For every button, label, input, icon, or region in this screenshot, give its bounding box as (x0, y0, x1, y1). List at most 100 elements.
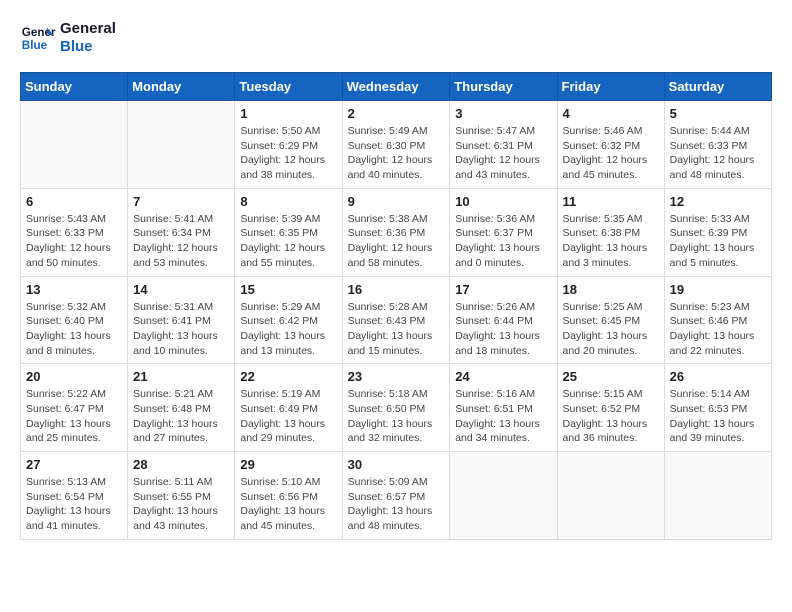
calendar-cell: 17 Sunrise: 5:26 AMSunset: 6:44 PMDayligh… (450, 276, 557, 364)
day-number: 13 (26, 282, 122, 297)
calendar-cell: 11Sunrise: 5:35 AMSunset: 6:38 PMDayligh… (557, 188, 664, 276)
day-number: 6 (26, 194, 122, 209)
week-row: 1 Sunrise: 5:50 AMSunset: 6:29 PMDaylight… (21, 101, 772, 189)
day-info: Sunrise: 5:36 AMSunset: 6:37 PMDaylight:… (455, 212, 551, 271)
day-number: 23 (348, 369, 445, 384)
calendar-cell (128, 101, 235, 189)
day-number: 10 (455, 194, 551, 209)
calendar-cell: 27 Sunrise: 5:13 AMSunset: 6:54 PMDayligh… (21, 452, 128, 540)
day-info: Sunrise: 5:29 AMSunset: 6:42 PMDaylight:… (240, 300, 336, 359)
calendar-cell (450, 452, 557, 540)
day-number: 24 (455, 369, 551, 384)
day-number: 4 (563, 106, 659, 121)
day-of-week-header: Monday (128, 73, 235, 101)
calendar-cell: 7Sunrise: 5:41 AMSunset: 6:34 PMDaylight… (128, 188, 235, 276)
day-info: Sunrise: 5:25 AMSunset: 6:45 PMDaylight:… (563, 300, 659, 359)
day-number: 9 (348, 194, 445, 209)
day-number: 28 (133, 457, 229, 472)
day-number: 29 (240, 457, 336, 472)
calendar-cell: 16Sunrise: 5:28 AMSunset: 6:43 PMDayligh… (342, 276, 450, 364)
day-number: 1 (240, 106, 336, 121)
calendar-cell: 25 Sunrise: 5:15 AMSunset: 6:52 PMDayligh… (557, 364, 664, 452)
calendar-cell: 15 Sunrise: 5:29 AMSunset: 6:42 PMDayligh… (235, 276, 342, 364)
calendar-cell: 21 Sunrise: 5:21 AMSunset: 6:48 PMDayligh… (128, 364, 235, 452)
calendar-cell: 1 Sunrise: 5:50 AMSunset: 6:29 PMDaylight… (235, 101, 342, 189)
day-info: Sunrise: 5:26 AMSunset: 6:44 PMDaylight:… (455, 300, 551, 359)
calendar-cell: 12 Sunrise: 5:33 AMSunset: 6:39 PMDayligh… (664, 188, 771, 276)
calendar-cell: 2 Sunrise: 5:49 AMSunset: 6:30 PMDaylight… (342, 101, 450, 189)
day-info: Sunrise: 5:39 AMSunset: 6:35 PMDaylight:… (240, 212, 336, 271)
day-info: Sunrise: 5:10 AMSunset: 6:56 PMDaylight:… (240, 475, 336, 534)
logo-icon: General Blue (20, 20, 56, 56)
day-info: Sunrise: 5:49 AMSunset: 6:30 PMDaylight:… (348, 124, 445, 183)
calendar-cell: 23 Sunrise: 5:18 AMSunset: 6:50 PMDayligh… (342, 364, 450, 452)
calendar-cell: 22Sunrise: 5:19 AMSunset: 6:49 PMDayligh… (235, 364, 342, 452)
day-number: 25 (563, 369, 659, 384)
calendar: SundayMondayTuesdayWednesdayThursdayFrid… (20, 72, 772, 540)
day-number: 14 (133, 282, 229, 297)
day-number: 18 (563, 282, 659, 297)
calendar-cell: 26 Sunrise: 5:14 AMSunset: 6:53 PMDayligh… (664, 364, 771, 452)
day-info: Sunrise: 5:16 AMSunset: 6:51 PMDaylight:… (455, 387, 551, 446)
day-of-week-header: Saturday (664, 73, 771, 101)
day-number: 8 (240, 194, 336, 209)
calendar-cell: 8 Sunrise: 5:39 AMSunset: 6:35 PMDaylight… (235, 188, 342, 276)
calendar-cell (664, 452, 771, 540)
logo-text: GeneralBlue (60, 20, 116, 56)
day-info: Sunrise: 5:35 AMSunset: 6:38 PMDaylight:… (563, 212, 659, 271)
day-info: Sunrise: 5:41 AMSunset: 6:34 PMDaylight:… (133, 212, 229, 271)
day-info: Sunrise: 5:11 AMSunset: 6:55 PMDaylight:… (133, 475, 229, 534)
day-info: Sunrise: 5:46 AMSunset: 6:32 PMDaylight:… (563, 124, 659, 183)
week-row: 27 Sunrise: 5:13 AMSunset: 6:54 PMDayligh… (21, 452, 772, 540)
day-number: 2 (348, 106, 445, 121)
day-of-week-header: Sunday (21, 73, 128, 101)
day-info: Sunrise: 5:38 AMSunset: 6:36 PMDaylight:… (348, 212, 445, 271)
day-info: Sunrise: 5:31 AMSunset: 6:41 PMDaylight:… (133, 300, 229, 359)
day-info: Sunrise: 5:19 AMSunset: 6:49 PMDaylight:… (240, 387, 336, 446)
calendar-cell: 5Sunrise: 5:44 AMSunset: 6:33 PMDaylight… (664, 101, 771, 189)
day-info: Sunrise: 5:22 AMSunset: 6:47 PMDaylight:… (26, 387, 122, 446)
day-number: 27 (26, 457, 122, 472)
day-info: Sunrise: 5:28 AMSunset: 6:43 PMDaylight:… (348, 300, 445, 359)
calendar-cell: 30Sunrise: 5:09 AMSunset: 6:57 PMDayligh… (342, 452, 450, 540)
day-info: Sunrise: 5:14 AMSunset: 6:53 PMDaylight:… (670, 387, 766, 446)
day-number: 19 (670, 282, 766, 297)
day-info: Sunrise: 5:13 AMSunset: 6:54 PMDaylight:… (26, 475, 122, 534)
day-number: 3 (455, 106, 551, 121)
calendar-header-row: SundayMondayTuesdayWednesdayThursdayFrid… (21, 73, 772, 101)
day-of-week-header: Friday (557, 73, 664, 101)
week-row: 13Sunrise: 5:32 AMSunset: 6:40 PMDayligh… (21, 276, 772, 364)
day-number: 20 (26, 369, 122, 384)
calendar-cell: 3Sunrise: 5:47 AMSunset: 6:31 PMDaylight… (450, 101, 557, 189)
calendar-cell: 24 Sunrise: 5:16 AMSunset: 6:51 PMDayligh… (450, 364, 557, 452)
calendar-cell: 4 Sunrise: 5:46 AMSunset: 6:32 PMDaylight… (557, 101, 664, 189)
day-of-week-header: Wednesday (342, 73, 450, 101)
calendar-cell: 14 Sunrise: 5:31 AMSunset: 6:41 PMDayligh… (128, 276, 235, 364)
calendar-cell: 28 Sunrise: 5:11 AMSunset: 6:55 PMDayligh… (128, 452, 235, 540)
week-row: 20 Sunrise: 5:22 AMSunset: 6:47 PMDayligh… (21, 364, 772, 452)
calendar-cell: 6 Sunrise: 5:43 AMSunset: 6:33 PMDaylight… (21, 188, 128, 276)
day-info: Sunrise: 5:33 AMSunset: 6:39 PMDaylight:… (670, 212, 766, 271)
day-info: Sunrise: 5:43 AMSunset: 6:33 PMDaylight:… (26, 212, 122, 271)
day-number: 21 (133, 369, 229, 384)
day-info: Sunrise: 5:15 AMSunset: 6:52 PMDaylight:… (563, 387, 659, 446)
day-number: 26 (670, 369, 766, 384)
calendar-cell: 19 Sunrise: 5:23 AMSunset: 6:46 PMDayligh… (664, 276, 771, 364)
day-number: 15 (240, 282, 336, 297)
day-of-week-header: Tuesday (235, 73, 342, 101)
calendar-cell: 9 Sunrise: 5:38 AMSunset: 6:36 PMDaylight… (342, 188, 450, 276)
calendar-cell: 20 Sunrise: 5:22 AMSunset: 6:47 PMDayligh… (21, 364, 128, 452)
day-info: Sunrise: 5:21 AMSunset: 6:48 PMDaylight:… (133, 387, 229, 446)
day-number: 17 (455, 282, 551, 297)
calendar-cell: 10 Sunrise: 5:36 AMSunset: 6:37 PMDayligh… (450, 188, 557, 276)
calendar-cell (21, 101, 128, 189)
day-info: Sunrise: 5:18 AMSunset: 6:50 PMDaylight:… (348, 387, 445, 446)
calendar-cell: 18 Sunrise: 5:25 AMSunset: 6:45 PMDayligh… (557, 276, 664, 364)
day-number: 12 (670, 194, 766, 209)
day-info: Sunrise: 5:23 AMSunset: 6:46 PMDaylight:… (670, 300, 766, 359)
calendar-cell: 29 Sunrise: 5:10 AMSunset: 6:56 PMDayligh… (235, 452, 342, 540)
day-info: Sunrise: 5:09 AMSunset: 6:57 PMDaylight:… (348, 475, 445, 534)
day-info: Sunrise: 5:50 AMSunset: 6:29 PMDaylight:… (240, 124, 336, 183)
day-of-week-header: Thursday (450, 73, 557, 101)
day-info: Sunrise: 5:44 AMSunset: 6:33 PMDaylight:… (670, 124, 766, 183)
